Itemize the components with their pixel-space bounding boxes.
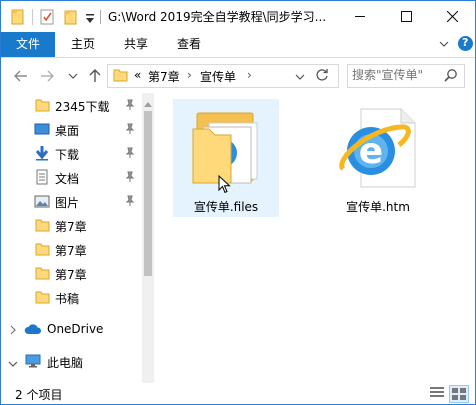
recent-locations-button[interactable] (65, 68, 81, 84)
item-count: 2 个项目 (15, 388, 63, 402)
sidebar-item-chapter7[interactable]: 第7章 (1, 237, 141, 261)
address-segment[interactable]: 第7章 (148, 68, 180, 85)
pin-icon (125, 147, 135, 159)
title-bar: G:\Word 2019完全自学教程\同步学习... (1, 1, 475, 32)
address-dropdown-button[interactable] (295, 70, 305, 84)
address-bar[interactable]: « 第7章 › 宣传单 › (107, 64, 339, 88)
address-overflow[interactable]: « (134, 68, 141, 82)
help-icon[interactable]: ? (458, 36, 473, 51)
pin-icon (125, 123, 135, 135)
address-segment[interactable]: 宣传单 (200, 68, 236, 85)
folder-icon (34, 217, 50, 233)
download-icon (34, 145, 50, 161)
details-view-icon (430, 387, 444, 397)
sidebar-item-onedrive[interactable]: OneDrive (1, 317, 141, 341)
file-item[interactable]: e 宣传单.htm (325, 99, 431, 217)
tab-share[interactable]: 共享 (116, 32, 156, 57)
sidebar-item-label: 桌面 (55, 124, 80, 138)
large-icons-view-button[interactable] (449, 385, 469, 403)
sidebar-item-chapter7[interactable]: 第7章 (1, 213, 141, 237)
sidebar-item-label: 此电脑 (47, 356, 84, 370)
arrow-right-icon (41, 70, 54, 82)
search-icon (444, 68, 458, 85)
file-name: 宣传单.files (193, 200, 259, 214)
sidebar-item-pictures[interactable]: 图片 (1, 189, 141, 213)
sidebar-item-2345-downloads[interactable]: 2345下载 (1, 93, 141, 117)
ribbon-tabs: 文件 主页 共享 查看 ? (1, 32, 475, 58)
large-icons-view-icon (452, 388, 466, 400)
minimize-button[interactable] (337, 1, 383, 32)
nav-scrollbar-thumb[interactable] (144, 111, 152, 276)
arrow-up-icon (89, 69, 101, 82)
chevron-right-icon[interactable] (9, 324, 17, 338)
folder-icon (34, 289, 50, 305)
onedrive-cloud-icon (24, 322, 42, 339)
arrow-left-icon (14, 70, 27, 82)
window-title: G:\Word 2019完全自学教程\同步学习... (108, 10, 327, 24)
pin-icon (125, 171, 135, 183)
new-folder-icon[interactable] (64, 8, 78, 26)
close-button[interactable] (429, 1, 475, 32)
navigation-pane: 2345下载 桌面 下载 文档 图片 第7章 第7章 第7章 书稿 OneDri… (1, 93, 154, 383)
search-input[interactable] (352, 67, 440, 83)
properties-checkbox-icon[interactable] (40, 8, 55, 26)
mouse-cursor-icon (218, 174, 231, 197)
sidebar-item-chapter7[interactable]: 第7章 (1, 261, 141, 285)
customize-dropdown-icon[interactable] (85, 10, 95, 28)
tab-file[interactable]: 文件 (1, 32, 55, 57)
sidebar-item-label: 图片 (55, 196, 80, 210)
scroll-up-arrow-icon[interactable] (144, 96, 152, 110)
sidebar-item-label: 下载 (55, 148, 80, 162)
ribbon-expand-chevron-icon[interactable] (438, 38, 450, 53)
sidebar-item-label: OneDrive (47, 322, 104, 336)
refresh-icon (316, 69, 328, 81)
folder-icon[interactable] (11, 8, 25, 26)
tab-home[interactable]: 主页 (63, 32, 103, 57)
sidebar-item-desktop[interactable]: 桌面 (1, 117, 141, 141)
file-name: 宣传单.htm (346, 200, 410, 214)
back-button[interactable] (13, 68, 29, 84)
refresh-button[interactable] (315, 68, 329, 85)
search-box[interactable] (347, 64, 465, 88)
folder-icon (34, 97, 50, 113)
computer-icon (25, 354, 41, 371)
sidebar-item-this-pc[interactable]: 此电脑 (1, 349, 141, 373)
status-bar: 2 个项目 (1, 383, 475, 404)
sidebar-item-label: 文档 (55, 172, 80, 186)
tab-view[interactable]: 查看 (169, 32, 209, 57)
sidebar-item-label: 第7章 (55, 268, 87, 282)
internet-explorer-icon: e (339, 107, 419, 192)
chevron-down-icon[interactable] (8, 357, 18, 371)
address-separator: › (247, 68, 252, 82)
file-item[interactable]: e 宣传单.files (173, 99, 279, 217)
forward-button[interactable] (39, 68, 55, 84)
chevron-down-icon (295, 74, 305, 80)
pin-icon (125, 195, 135, 207)
picture-icon (34, 193, 50, 209)
folder-icon (34, 265, 50, 281)
details-view-button[interactable] (429, 386, 445, 403)
pin-icon (125, 99, 135, 111)
sidebar-item-documents[interactable]: 文档 (1, 165, 141, 189)
file-list: e 宣传单.files e 宣传单.htm (155, 93, 475, 383)
up-button[interactable] (87, 68, 103, 84)
folder-icon (34, 241, 50, 257)
document-icon (34, 169, 50, 185)
sidebar-item-label: 第7章 (55, 220, 87, 234)
sidebar-item-label: 2345下载 (55, 100, 110, 114)
sidebar-item-label: 第7章 (55, 244, 87, 258)
sidebar-item-label: 书稿 (55, 292, 80, 306)
folder-icon (113, 68, 128, 85)
address-separator: › (187, 68, 192, 82)
chevron-down-icon (68, 73, 78, 79)
sidebar-item-downloads[interactable]: 下载 (1, 141, 141, 165)
explorer-window: G:\Word 2019完全自学教程\同步学习... 文件 主页 共享 查看 ? (0, 0, 476, 405)
sidebar-item-manuscripts[interactable]: 书稿 (1, 285, 141, 309)
desktop-icon (34, 121, 50, 137)
maximize-button[interactable] (383, 1, 429, 32)
